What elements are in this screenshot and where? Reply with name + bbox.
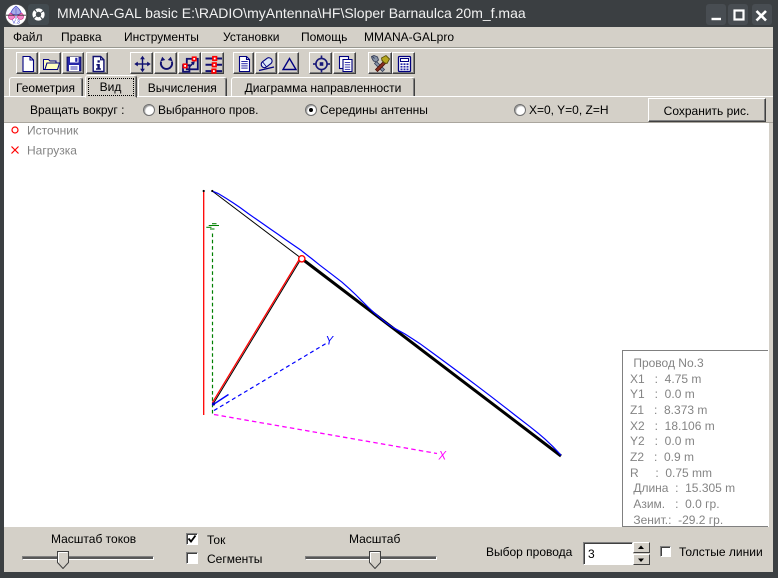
svg-text:Нагрузка: Нагрузка: [27, 144, 77, 158]
svg-text:Y: Y: [326, 336, 335, 348]
svg-text:X: X: [438, 451, 448, 463]
svg-text:Источник: Источник: [27, 124, 79, 138]
